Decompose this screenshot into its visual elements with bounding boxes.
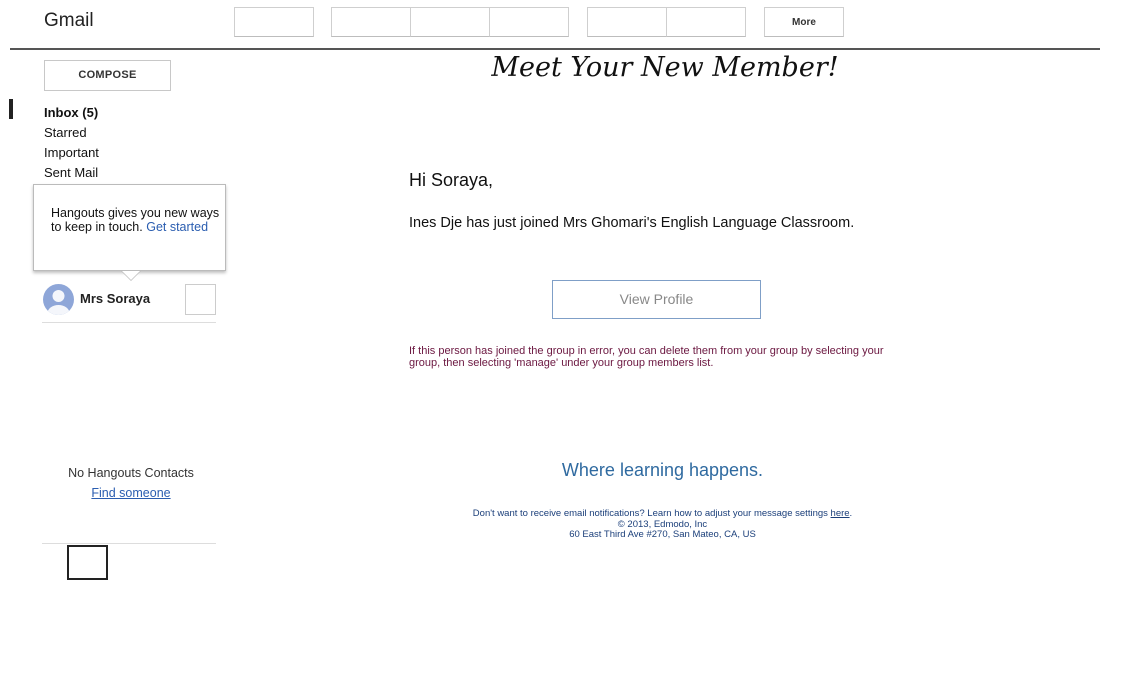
avatar[interactable] [43, 284, 74, 315]
app-title[interactable]: Gmail [44, 10, 94, 32]
hangouts-popup: Hangouts gives you new ways to keep in t… [33, 184, 226, 281]
email-tagline: Where learning happens. [561, 460, 764, 480]
no-contacts-text: No Hangouts Contacts [68, 466, 194, 480]
contact-status-box[interactable] [185, 284, 216, 315]
more-button[interactable]: More [764, 7, 844, 37]
compose-button[interactable]: COMPOSE [44, 60, 171, 91]
contact-name[interactable]: Mrs Soraya [80, 291, 150, 306]
notification-text: Don't want to receive email notification… [472, 508, 828, 519]
email-headline: Meet Your New Member! [491, 52, 839, 83]
toolbar-button[interactable] [331, 7, 411, 37]
find-someone-link[interactable]: Find someone [43, 486, 219, 500]
toolbar-button[interactable] [489, 7, 569, 37]
hangouts-popup-text: Hangouts gives you new ways to keep in t… [51, 206, 221, 234]
nav-item-starred[interactable]: Starred [44, 125, 87, 140]
address-text: 60 East Third Ave #270, San Mateo, CA, U… [569, 529, 756, 540]
notification-line: Don't want to receive email notification… [400, 508, 925, 520]
get-started-link[interactable]: Get started [146, 220, 208, 234]
view-profile-button[interactable]: View Profile [552, 280, 761, 319]
toolbar-button[interactable] [234, 7, 314, 37]
header-divider [10, 48, 1100, 50]
email-body: Ines Dje has just joined Mrs Ghomari's E… [409, 215, 855, 231]
nav-item-important[interactable]: Important [44, 145, 99, 160]
email-greeting: Hi Soraya, [409, 170, 494, 190]
email-footer: Don't want to receive email notification… [400, 508, 925, 541]
popup-arrow [122, 271, 140, 280]
sidebar-divider [42, 543, 216, 544]
email-note: If this person has joined the group in e… [409, 345, 884, 369]
hangouts-footer-box[interactable] [67, 545, 108, 580]
toolbar-button[interactable] [666, 7, 746, 37]
active-nav-indicator [9, 99, 13, 119]
toolbar-button[interactable] [410, 7, 490, 37]
person-icon [47, 290, 70, 315]
contact-divider [42, 322, 216, 323]
settings-link[interactable]: here [831, 508, 850, 519]
nav-item-sent-mail[interactable]: Sent Mail [44, 165, 98, 180]
notification-end: . [849, 508, 853, 519]
toolbar-button[interactable] [587, 7, 667, 37]
nav-item-inbox[interactable]: Inbox (5) [44, 105, 98, 120]
